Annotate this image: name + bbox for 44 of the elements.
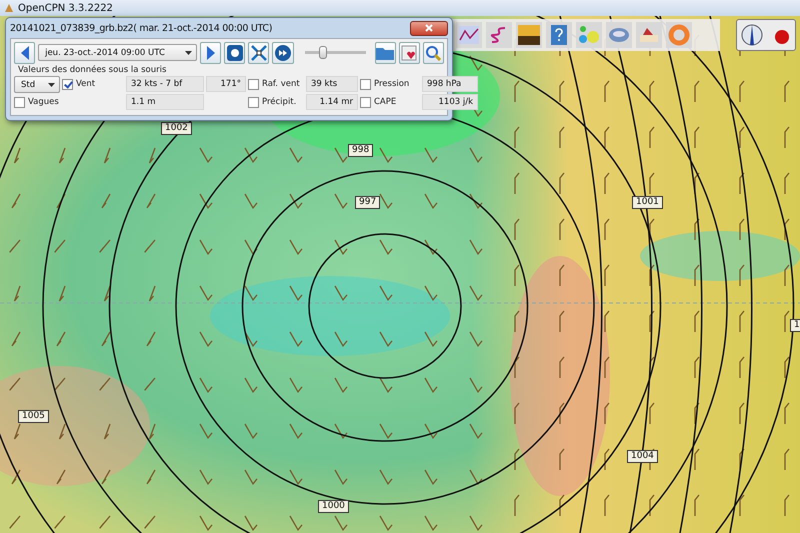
- section-label: Valeurs des données sous la souris: [17, 65, 168, 75]
- isobar-label: 1000: [318, 500, 349, 513]
- isobar-label: 1: [790, 319, 800, 332]
- isobar-label: 998: [348, 144, 374, 157]
- isobar-label: 1001: [632, 196, 663, 209]
- isobar-label: 997: [355, 196, 380, 209]
- mode-select[interactable]: Std: [14, 76, 60, 93]
- left-triangle-icon: [18, 44, 31, 60]
- field-value: 1.14 mr: [306, 94, 358, 110]
- field-value: 1.1 m: [126, 94, 204, 110]
- isobar-label: 1005: [18, 410, 49, 423]
- time-select[interactable]: jeu. 23-oct.-2014 09:00 UTC: [38, 44, 198, 61]
- open-folder-button[interactable]: [374, 42, 396, 64]
- compass-icon[interactable]: [741, 23, 763, 47]
- field-checkbox[interactable]: CAPE: [360, 96, 396, 108]
- close-button[interactable]: [410, 20, 448, 36]
- help-icon[interactable]: [546, 22, 572, 48]
- field-value: 1103 j/k: [422, 94, 478, 110]
- play-button[interactable]: [272, 42, 294, 64]
- right-triangle-icon: [204, 44, 217, 60]
- caret-icon: [185, 50, 192, 54]
- field-value: 39 kts: [306, 76, 358, 92]
- app-icon: [4, 3, 14, 13]
- field-checkbox[interactable]: Pression: [360, 78, 410, 90]
- field-value: 171°: [206, 76, 246, 92]
- field-checkbox[interactable]: Précipit.: [248, 96, 296, 108]
- route-icon[interactable]: [486, 22, 512, 48]
- previous-button[interactable]: [14, 42, 36, 64]
- caret-icon: [48, 82, 55, 86]
- close-icon: [425, 24, 433, 32]
- now-button[interactable]: [224, 42, 246, 64]
- window-title: OpenCPN 3.3.2222: [18, 2, 113, 14]
- field-checkbox[interactable]: Raf. vent: [248, 78, 300, 90]
- field-value: 32 kts - 7 bf: [126, 76, 204, 92]
- dialog-title: 20141021_073839_grb.bz2( mar. 21-oct.-2014 00:00 UTC): [10, 22, 272, 34]
- field-checkbox[interactable]: Vent: [62, 78, 96, 90]
- next-button[interactable]: [200, 42, 222, 64]
- isobar-label: 1004: [627, 450, 658, 463]
- zoom-to-fit-button[interactable]: [248, 42, 270, 64]
- graph-icon[interactable]: [456, 22, 482, 48]
- field-checkbox[interactable]: Vagues: [14, 96, 59, 108]
- magnifier-icon[interactable]: [422, 42, 444, 64]
- isobar-label: 1002: [161, 122, 192, 135]
- field-value: 998 hPa: [422, 76, 478, 92]
